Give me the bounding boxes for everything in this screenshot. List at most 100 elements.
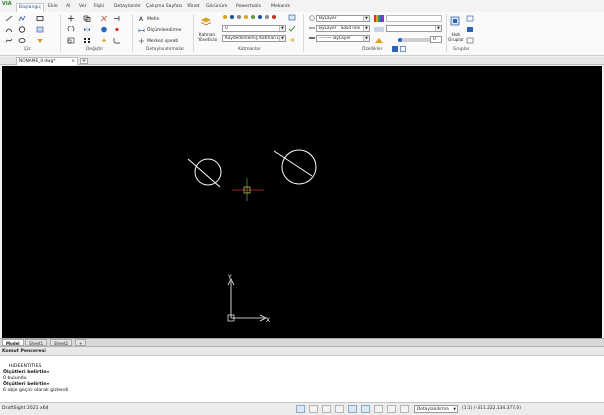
transparency-combo[interactable]: ▼ xyxy=(386,25,442,32)
circle-icon[interactable] xyxy=(18,26,26,33)
tab-detaylandir[interactable]: Detaylandır xyxy=(114,4,141,9)
layout-tab-sheet2[interactable]: Sheet2 xyxy=(50,339,73,346)
ellipse-icon[interactable] xyxy=(18,37,26,44)
metin-label[interactable]: Metin xyxy=(147,17,160,22)
app-logo[interactable]: VIA xyxy=(2,1,14,8)
command-window[interactable]: Komut Penceresi HIDEENTITIES Ölçütleri b… xyxy=(0,346,604,402)
group-manager-icon[interactable] xyxy=(466,37,474,44)
etrack-toggle[interactable] xyxy=(361,405,370,413)
current-layer-combo[interactable]: 0 ▼ xyxy=(222,25,286,32)
match-properties-icon[interactable] xyxy=(374,37,384,44)
property-combo[interactable] xyxy=(386,15,442,22)
scale-icon[interactable] xyxy=(67,37,75,44)
dynamic-input-toggle[interactable] xyxy=(400,405,409,413)
add-layout-button[interactable]: + xyxy=(75,339,87,346)
panel-separator xyxy=(303,14,304,52)
point-icon[interactable] xyxy=(36,37,44,44)
layer-match-icon[interactable] xyxy=(288,36,296,43)
hatch-icon[interactable] xyxy=(36,26,44,33)
line-icon[interactable] xyxy=(5,15,13,22)
center-mark-icon[interactable] xyxy=(138,38,145,44)
lineweight-combo[interactable]: ——— ByLayer ▼ xyxy=(316,35,370,42)
linestyle-icon[interactable] xyxy=(309,25,315,31)
tab-gorunum[interactable]: Görünüm xyxy=(206,4,227,9)
layer-manager-label[interactable]: Katman Yöneticisi xyxy=(198,32,217,42)
command-line: 0 bulundu xyxy=(3,376,27,381)
chevron-down-icon: ▼ xyxy=(453,407,456,411)
panel-label-ciz: Çiz xyxy=(24,47,31,52)
tab-al[interactable]: Al xyxy=(66,4,70,9)
tab-calisma-sayfasi[interactable]: Çalışma Sayfası xyxy=(146,4,182,9)
group-edit-icon[interactable] xyxy=(466,26,474,33)
slider-handle[interactable] xyxy=(398,38,402,42)
svg-text:X: X xyxy=(266,317,270,324)
array-icon[interactable] xyxy=(83,37,91,44)
color-icon[interactable] xyxy=(309,15,315,21)
workspace-select[interactable]: Detaylandırma ▼ xyxy=(414,405,458,413)
fillet-icon[interactable] xyxy=(113,37,121,44)
quick-group-label[interactable]: Hızlı Gruplar xyxy=(447,32,465,42)
tab-powertools[interactable]: Powertools xyxy=(236,4,261,9)
properties-panel-icon[interactable] xyxy=(400,46,406,52)
ortho-toggle[interactable] xyxy=(322,405,331,413)
tab-baslangic[interactable]: Başlangıç xyxy=(16,3,45,12)
circle-entity-2[interactable] xyxy=(273,149,317,185)
tab-iliski[interactable]: İlişki xyxy=(94,4,104,9)
explode-icon[interactable] xyxy=(100,37,108,44)
drawing-canvas[interactable]: Y X xyxy=(2,66,602,338)
layout-tab-sheet1[interactable]: Sheet1 xyxy=(25,339,48,346)
layer-state-combo[interactable]: Kaydedilmemiş Katman Du ▼ xyxy=(222,35,286,42)
layer-state-icons[interactable] xyxy=(222,14,284,20)
tab-ver[interactable]: Ver xyxy=(79,4,87,9)
circle-entity-1[interactable] xyxy=(187,158,222,188)
transparency-value-field[interactable]: 0 xyxy=(430,36,442,43)
esnap-toggle[interactable] xyxy=(348,405,357,413)
layer-check-icon[interactable] xyxy=(288,25,296,32)
chevron-down-icon: ▼ xyxy=(279,26,285,31)
tab-mekanik[interactable]: Mekanik xyxy=(271,4,290,9)
extend-icon[interactable] xyxy=(113,15,121,22)
mirror-icon[interactable] xyxy=(83,26,91,33)
polar-toggle[interactable] xyxy=(335,405,344,413)
transparency-slider[interactable] xyxy=(398,38,434,42)
list-icon[interactable] xyxy=(392,46,398,52)
ungroup-icon[interactable] xyxy=(466,15,474,22)
status-bar: DraftSight 2021 x64 Detaylandırma ▼ (1:1)… xyxy=(0,402,604,415)
snap-toggle[interactable] xyxy=(296,405,305,413)
rotate-icon[interactable] xyxy=(67,26,75,33)
layer-tools-icon[interactable] xyxy=(288,14,296,21)
arc-icon[interactable] xyxy=(5,26,13,33)
color-palette-icon[interactable] xyxy=(374,15,384,22)
spline-icon[interactable] xyxy=(5,37,13,44)
color-combo[interactable]: ByLayer ▼ xyxy=(316,15,370,22)
text-icon[interactable]: A xyxy=(138,16,145,22)
svg-text:Y: Y xyxy=(227,274,232,281)
close-icon[interactable]: × xyxy=(71,58,75,65)
lineweight-icon[interactable] xyxy=(309,35,315,41)
trim-icon[interactable] xyxy=(100,15,108,22)
layer-manager-icon[interactable] xyxy=(200,16,212,27)
erase-icon[interactable] xyxy=(113,26,121,33)
move-icon[interactable] xyxy=(67,15,75,22)
transparency-icon[interactable] xyxy=(374,26,384,33)
model-toggle[interactable] xyxy=(387,405,396,413)
svg-text:A: A xyxy=(139,16,144,22)
lineweight-toggle[interactable] xyxy=(374,405,383,413)
layout-tab-model[interactable]: Model xyxy=(2,339,24,346)
dimension-icon[interactable] xyxy=(138,27,145,33)
tab-yonet[interactable]: Yönet xyxy=(187,4,200,9)
offset-icon[interactable] xyxy=(100,26,108,33)
linestyle-combo[interactable]: ByLayer Solid line ▼ xyxy=(316,25,370,32)
group-icon[interactable] xyxy=(450,16,460,26)
document-tab[interactable]: NONAME_0.dwg* × xyxy=(16,57,78,65)
tab-ekle[interactable]: Ekle xyxy=(48,4,58,9)
olcumlendirme-label[interactable]: Ölçümlendirme xyxy=(147,28,181,33)
add-document-button[interactable]: + xyxy=(80,58,88,64)
polyline-icon[interactable] xyxy=(18,15,26,22)
panel-label-detaylandirmalar: Detaylandırmalar xyxy=(146,47,185,52)
rectangle-icon[interactable] xyxy=(36,15,44,22)
annotation-scale[interactable]: (1:1) xyxy=(462,406,473,411)
merkez-isareti-label[interactable]: Merkez işareti xyxy=(147,39,178,44)
grid-toggle[interactable] xyxy=(309,405,318,413)
copy-icon[interactable] xyxy=(83,15,91,22)
